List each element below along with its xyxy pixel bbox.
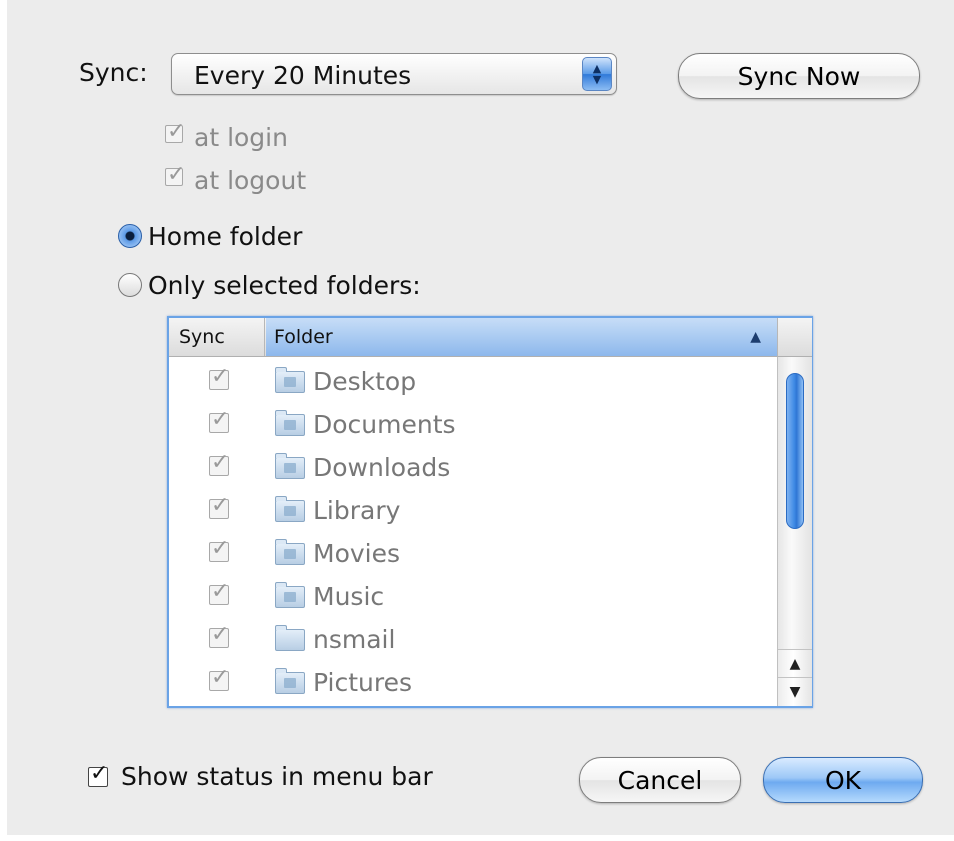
folders-table: Sync Folder ▲ Desktop Documents Download… bbox=[167, 316, 813, 708]
scroll-down-arrow-icon[interactable]: ▼ bbox=[778, 677, 812, 706]
table-row[interactable]: Documents bbox=[169, 404, 777, 447]
music-folder-icon bbox=[275, 582, 305, 608]
table-header-corner bbox=[777, 318, 812, 357]
folder-name: nsmail bbox=[313, 625, 396, 654]
column-header-folder[interactable]: Folder ▲ bbox=[266, 318, 777, 356]
folder-sync-checkbox[interactable] bbox=[209, 579, 229, 605]
sync-interval-value: Every 20 Minutes bbox=[194, 61, 412, 90]
scrollbar-thumb[interactable] bbox=[786, 373, 804, 529]
folder-name: Documents bbox=[313, 410, 456, 439]
library-folder-icon bbox=[275, 496, 305, 522]
scroll-up-arrow-icon[interactable]: ▲ bbox=[778, 649, 812, 678]
folder-sync-checkbox[interactable] bbox=[209, 407, 229, 433]
pictures-folder-icon bbox=[275, 668, 305, 694]
sort-ascending-icon: ▲ bbox=[750, 329, 761, 345]
table-row[interactable]: Pictures bbox=[169, 662, 777, 705]
ok-button[interactable]: OK bbox=[763, 757, 923, 803]
table-row[interactable]: Library bbox=[169, 490, 777, 533]
home-folder-label: Home folder bbox=[148, 222, 303, 251]
selected-folders-label: Only selected folders: bbox=[148, 271, 421, 300]
table-row[interactable]: Music bbox=[169, 576, 777, 619]
cancel-button[interactable]: Cancel bbox=[579, 757, 741, 803]
vertical-scrollbar[interactable]: ▲ ▼ bbox=[777, 357, 812, 706]
at-login-checkbox[interactable] bbox=[165, 119, 185, 144]
table-row[interactable]: nsmail bbox=[169, 619, 777, 662]
sync-preferences-dialog: Sync: Every 20 Minutes ▲▼ Sync Now at lo… bbox=[7, 0, 954, 835]
table-row[interactable]: Desktop bbox=[169, 361, 777, 404]
selected-folders-radio[interactable] bbox=[118, 273, 142, 297]
folder-name: Music bbox=[313, 582, 385, 611]
popup-up-down-arrows-icon: ▲ ▼ bbox=[582, 57, 612, 91]
table-row[interactable]: Downloads bbox=[169, 447, 777, 490]
sync-label: Sync: bbox=[79, 58, 148, 87]
folder-sync-checkbox[interactable] bbox=[209, 536, 229, 562]
show-status-label: Show status in menu bar bbox=[121, 762, 433, 791]
folder-sync-checkbox[interactable] bbox=[209, 665, 229, 691]
show-status-checkbox[interactable] bbox=[88, 761, 108, 787]
documents-folder-icon bbox=[275, 410, 305, 436]
movies-folder-icon bbox=[275, 539, 305, 565]
sync-now-button[interactable]: Sync Now bbox=[678, 53, 920, 99]
column-header-sync[interactable]: Sync bbox=[169, 318, 265, 356]
folder-sync-checkbox[interactable] bbox=[209, 450, 229, 476]
folder-icon bbox=[275, 625, 305, 651]
at-login-label: at login bbox=[194, 123, 288, 152]
folder-icon bbox=[275, 367, 305, 393]
folder-name: Library bbox=[313, 496, 401, 525]
folder-sync-checkbox[interactable] bbox=[209, 364, 229, 390]
folder-sync-checkbox[interactable] bbox=[209, 622, 229, 648]
folder-sync-checkbox[interactable] bbox=[209, 493, 229, 519]
home-folder-radio[interactable] bbox=[118, 224, 142, 248]
downloads-folder-icon bbox=[275, 453, 305, 479]
folder-name: Desktop bbox=[313, 367, 417, 396]
table-row[interactable]: Movies bbox=[169, 533, 777, 576]
folder-name: Pictures bbox=[313, 668, 412, 697]
column-header-folder-label: Folder bbox=[274, 326, 333, 348]
folder-name: Downloads bbox=[313, 453, 451, 482]
folder-name: Movies bbox=[313, 539, 401, 568]
at-logout-checkbox[interactable] bbox=[165, 162, 185, 187]
at-logout-label: at logout bbox=[194, 166, 307, 195]
table-header: Sync Folder ▲ bbox=[169, 318, 777, 357]
sync-interval-popup[interactable]: Every 20 Minutes ▲ ▼ bbox=[171, 53, 617, 95]
